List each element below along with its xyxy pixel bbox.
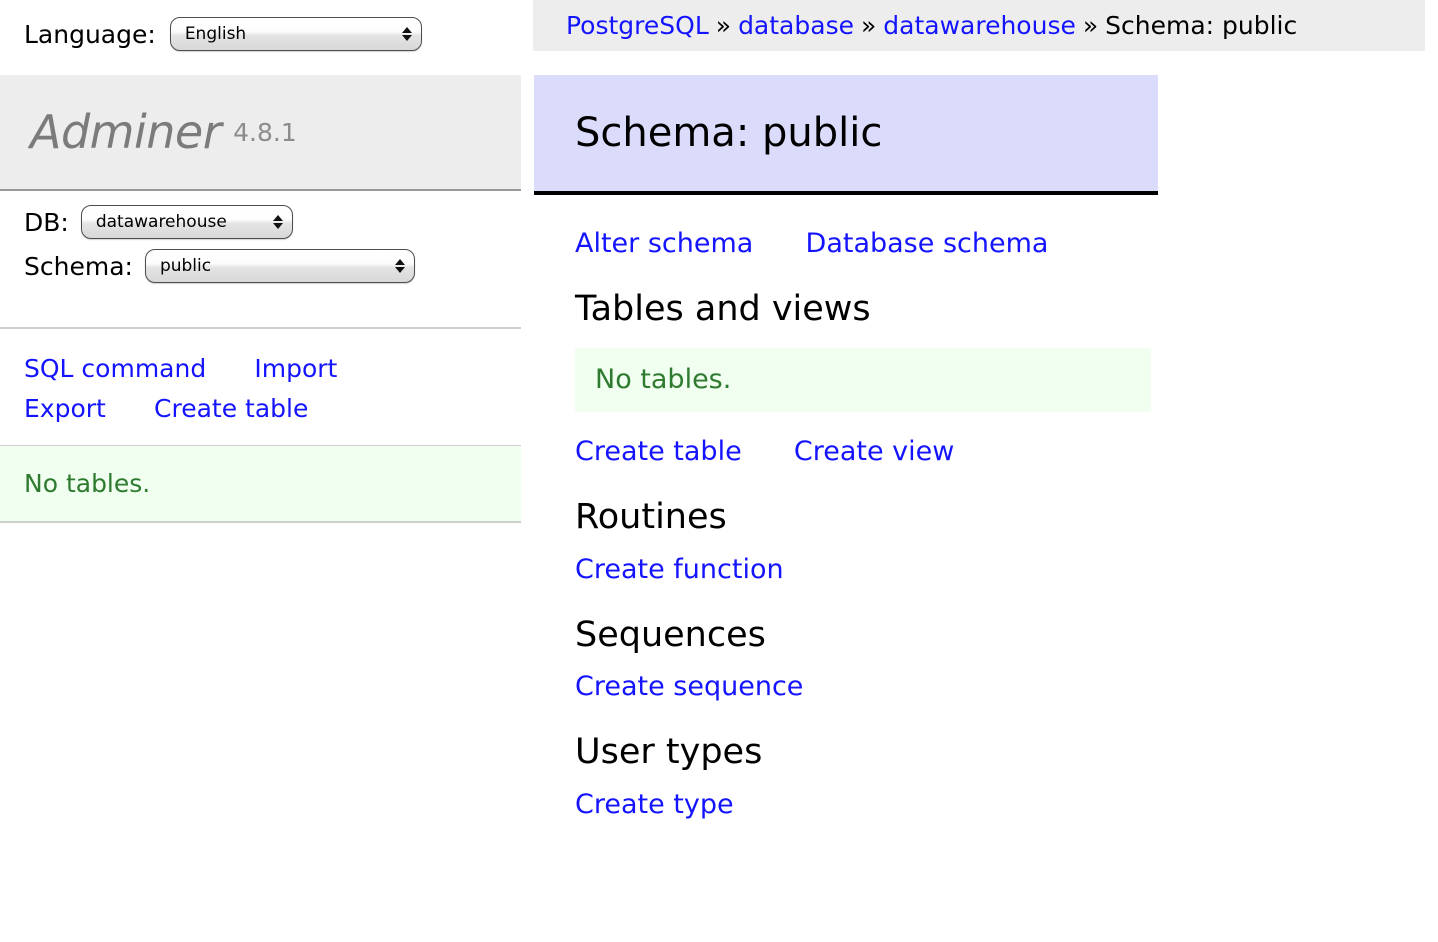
page-title: Schema: public	[534, 75, 1158, 195]
schema-action-links: Alter schema Database schema	[575, 230, 1435, 257]
section-heading-tables-and-views: Tables and views	[575, 289, 871, 329]
section-heading-routines: Routines	[575, 496, 727, 537]
sidebar-no-tables-message: No tables.	[0, 445, 521, 523]
schema-select-value: public	[159, 256, 212, 276]
link-create-type[interactable]: Create type	[575, 789, 734, 820]
db-label: DB:	[24, 207, 69, 237]
sequences-action-links: Create sequence	[575, 673, 1435, 700]
schema-select[interactable]: public	[144, 249, 415, 283]
main-no-tables-message: No tables.	[575, 347, 1151, 412]
routines-action-links: Create function	[575, 556, 1435, 583]
section-heading-user-types: User types	[575, 732, 763, 773]
brand-name: Adminer	[30, 105, 222, 159]
sidebar-link-sql-command[interactable]: SQL command	[24, 354, 206, 383]
main-content: Schema: public Alter schema Database sch…	[533, 0, 1438, 942]
sidebar-link-row-1: SQL command Import	[24, 352, 521, 389]
updown-arrows-icon	[272, 215, 283, 229]
user-types-action-links: Create type	[575, 791, 1435, 818]
sidebar-link-export[interactable]: Export	[24, 394, 106, 423]
sidebar-links: SQL command Import Export Create table	[0, 352, 521, 432]
sidebar-divider	[0, 327, 521, 329]
schema-label: Schema:	[24, 251, 133, 281]
link-create-view[interactable]: Create view	[794, 436, 954, 467]
adminer-page: Language: English Adminer 4.8.1 DB: data…	[0, 0, 1438, 942]
sidebar-link-import[interactable]: Import	[254, 354, 337, 383]
db-row: DB: datawarehouse	[0, 205, 521, 239]
updown-arrows-icon	[394, 259, 405, 273]
db-select[interactable]: datawarehouse	[80, 205, 293, 239]
link-create-table[interactable]: Create table	[575, 436, 742, 467]
sidebar-link-row-2: Export Create table	[24, 392, 521, 429]
tables-action-links: Create table Create view	[575, 438, 1435, 465]
db-schema-selectors: DB: datawarehouse Schema: public	[0, 205, 521, 293]
schema-row: Schema: public	[0, 249, 521, 283]
section-heading-sequences: Sequences	[575, 614, 766, 655]
main-body: Alter schema Database schema Tables and …	[575, 230, 1435, 824]
sidebar-link-create-table[interactable]: Create table	[154, 394, 308, 423]
brand-version: 4.8.1	[233, 117, 297, 147]
sidebar: Adminer 4.8.1 DB: datawarehouse Schema: …	[0, 0, 521, 942]
db-select-value: datawarehouse	[95, 212, 227, 232]
sidebar-no-tables-text: No tables.	[24, 469, 151, 498]
main-no-tables-text: No tables.	[595, 364, 732, 396]
link-create-function[interactable]: Create function	[575, 554, 784, 585]
link-create-sequence[interactable]: Create sequence	[575, 671, 803, 702]
link-alter-schema[interactable]: Alter schema	[575, 228, 753, 259]
link-database-schema[interactable]: Database schema	[806, 228, 1049, 259]
brand-panel: Adminer 4.8.1	[0, 75, 521, 191]
